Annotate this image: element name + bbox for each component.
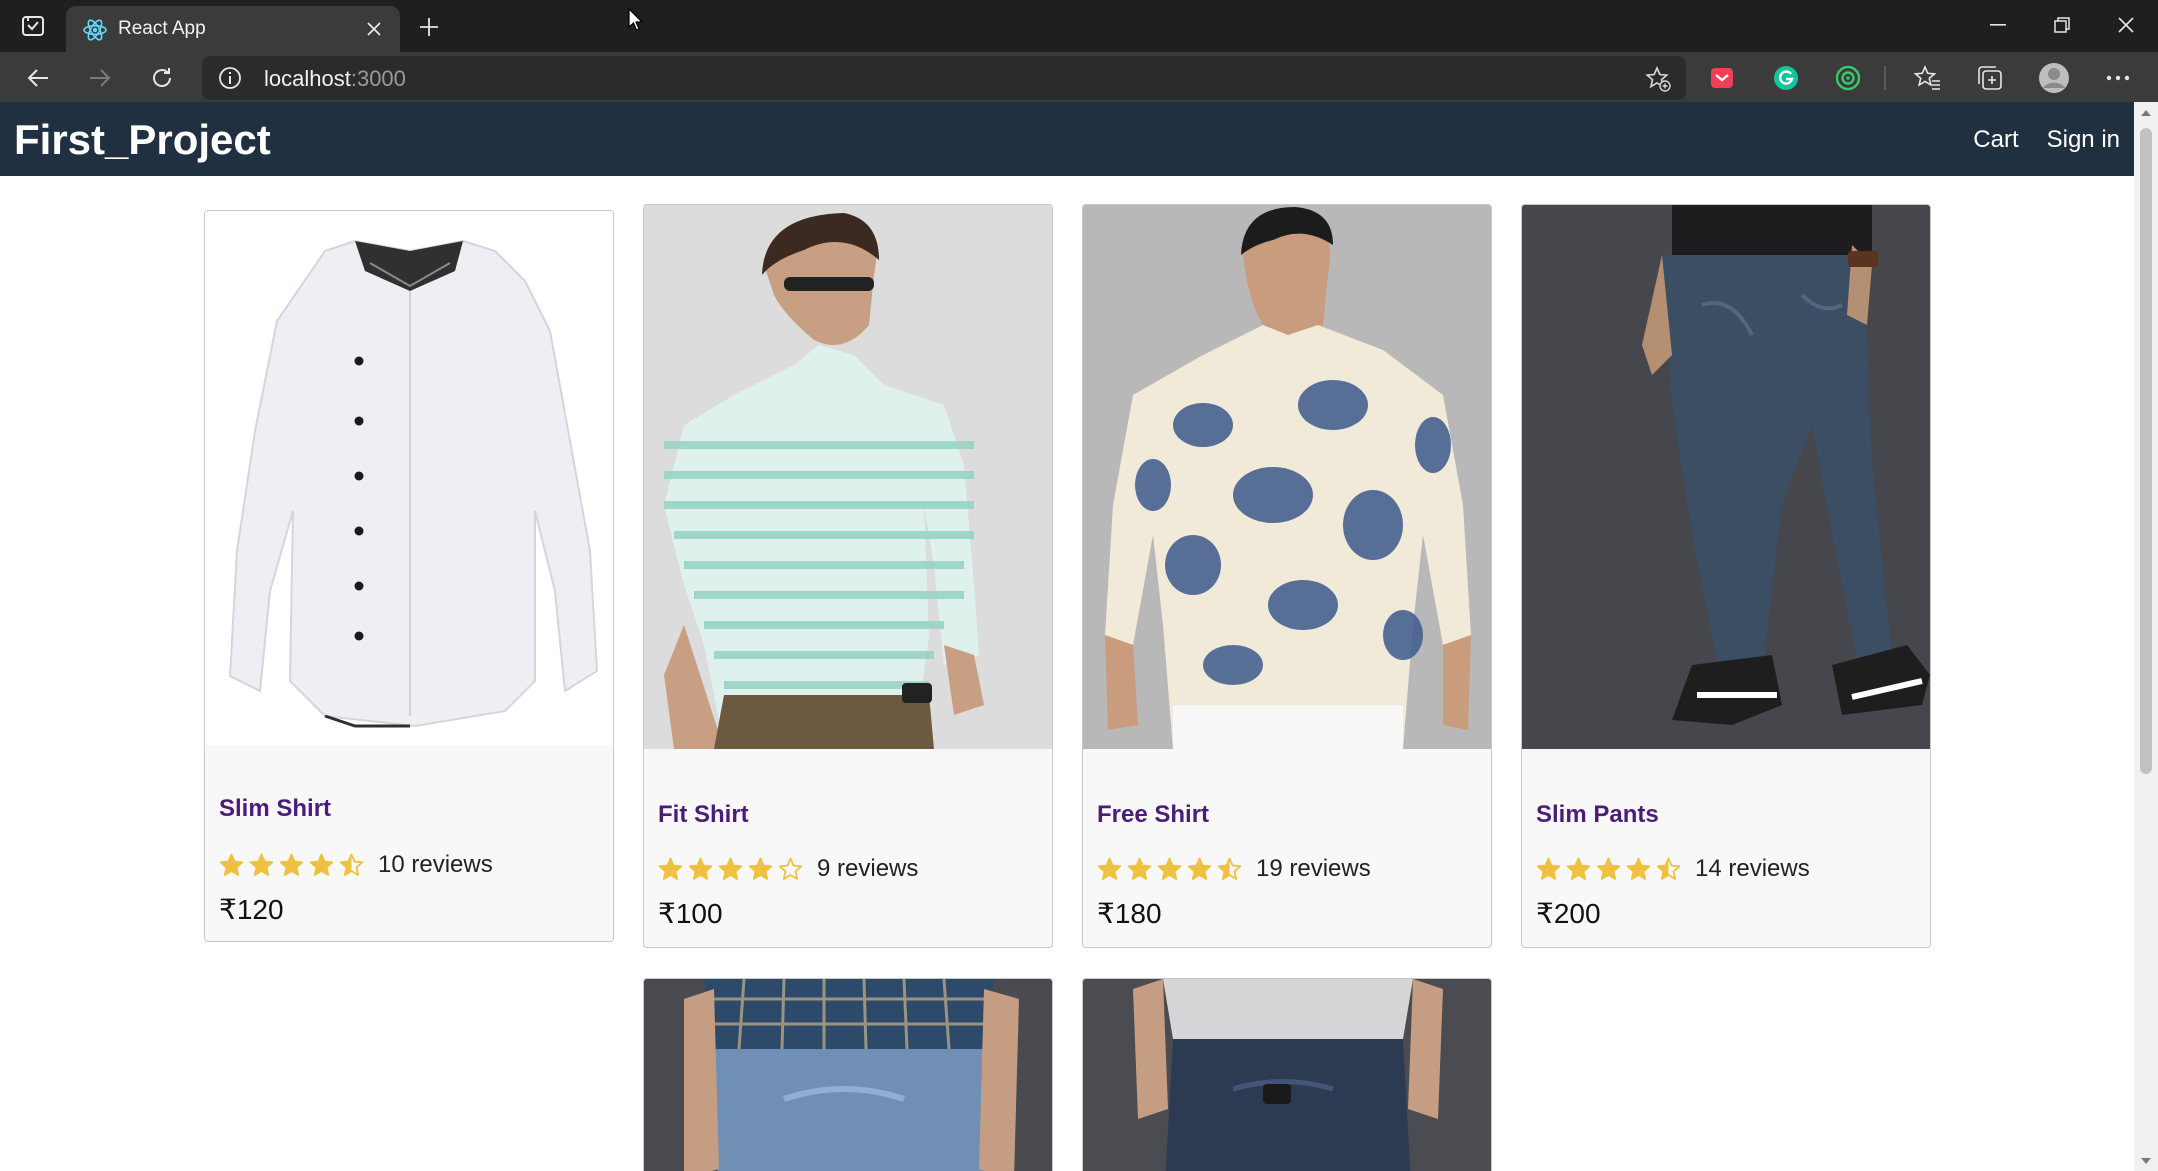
- favorites-icon[interactable]: [1911, 62, 1943, 94]
- product-price: ₹200: [1536, 898, 1601, 929]
- site-info-icon[interactable]: [218, 66, 242, 90]
- browser-tab-active[interactable]: React App: [66, 6, 400, 52]
- more-options-icon[interactable]: [2102, 62, 2134, 94]
- product-image[interactable]: [205, 211, 613, 745]
- target-extension-icon[interactable]: [1832, 62, 1864, 94]
- product-image[interactable]: [1083, 979, 1491, 1171]
- star-full-icon: [309, 853, 334, 876]
- product-card: Slim Shirt 10 reviews ₹120: [204, 210, 614, 942]
- star-half-icon: [339, 853, 364, 876]
- url-port: :3000: [350, 66, 406, 91]
- star-full-icon: [658, 857, 683, 880]
- brand-link[interactable]: First_Project: [14, 116, 271, 164]
- product-card: Slim Pants 14 reviews ₹200: [1521, 204, 1931, 948]
- product-image[interactable]: [644, 979, 1052, 1171]
- browser-toolbar: localhost:3000: [0, 52, 2158, 102]
- star-full-icon: [1596, 857, 1621, 880]
- restore-icon[interactable]: [2030, 0, 2094, 50]
- star-full-icon: [1127, 857, 1152, 880]
- tab-title: React App: [118, 18, 206, 39]
- product-image[interactable]: [644, 205, 1052, 749]
- url-host: localhost: [264, 66, 351, 91]
- star-full-icon: [1536, 857, 1561, 880]
- forward-arrow-icon[interactable]: [80, 58, 120, 98]
- address-bar[interactable]: localhost:3000: [202, 56, 1686, 100]
- product-name-link[interactable]: Slim Pants: [1536, 801, 1659, 829]
- star-full-icon: [1157, 857, 1182, 880]
- star-full-icon: [219, 853, 244, 876]
- product-card: [643, 978, 1053, 1171]
- header-nav: Cart Sign in: [1973, 126, 2120, 154]
- back-arrow-icon[interactable]: [18, 58, 58, 98]
- product-image[interactable]: [1522, 205, 1930, 749]
- product-rating: 9 reviews: [658, 855, 918, 883]
- scroll-up-arrow-icon[interactable]: [2139, 106, 2153, 120]
- react-logo-icon: [82, 17, 108, 43]
- tab-actions-icon[interactable]: [18, 12, 48, 40]
- star-full-icon: [1566, 857, 1591, 880]
- star-full-icon: [688, 857, 713, 880]
- product-rating: 14 reviews: [1536, 855, 1810, 883]
- star-full-icon: [1626, 857, 1651, 880]
- product-card: [1082, 978, 1492, 1171]
- product-rating: 10 reviews: [219, 851, 493, 879]
- review-count: 9 reviews: [817, 855, 919, 882]
- star-half-icon: [1656, 857, 1681, 880]
- page-viewport: First_Project Cart Sign in Slim Shirt 10…: [0, 102, 2134, 1171]
- review-count: 10 reviews: [378, 851, 493, 878]
- scroll-down-arrow-icon[interactable]: [2139, 1154, 2153, 1168]
- minimize-icon[interactable]: [1966, 0, 2030, 50]
- rating-stars: [1097, 857, 1242, 882]
- app-header: First_Project Cart Sign in: [0, 102, 2134, 176]
- rating-stars: [1536, 857, 1681, 882]
- product-price: ₹120: [219, 894, 284, 925]
- signin-link[interactable]: Sign in: [2047, 126, 2120, 154]
- add-favorite-icon[interactable]: [1644, 65, 1672, 93]
- review-count: 14 reviews: [1695, 855, 1810, 882]
- product-rating: 19 reviews: [1097, 855, 1371, 883]
- url-text: localhost:3000: [264, 66, 406, 92]
- page-scrollbar[interactable]: [2134, 102, 2158, 1171]
- toolbar-separator: [1884, 66, 1886, 90]
- scroll-thumb[interactable]: [2140, 128, 2152, 774]
- cart-link[interactable]: Cart: [1973, 126, 2018, 154]
- star-full-icon: [1187, 857, 1212, 880]
- product-name-link[interactable]: Slim Shirt: [219, 795, 331, 823]
- grammarly-extension-icon[interactable]: [1770, 62, 1802, 94]
- star-half-icon: [1217, 857, 1242, 880]
- star-full-icon: [1097, 857, 1122, 880]
- product-price: ₹180: [1097, 898, 1162, 929]
- new-tab-icon[interactable]: [412, 10, 446, 44]
- star-full-icon: [249, 853, 274, 876]
- product-price: ₹100: [658, 898, 723, 929]
- mouse-cursor-icon: [628, 8, 644, 32]
- rating-stars: [658, 857, 803, 882]
- product-image[interactable]: [1083, 205, 1491, 749]
- star-full-icon: [748, 857, 773, 880]
- star-empty-icon: [778, 857, 803, 880]
- star-full-icon: [718, 857, 743, 880]
- star-full-icon: [279, 853, 304, 876]
- product-name-link[interactable]: Fit Shirt: [658, 801, 749, 829]
- review-count: 19 reviews: [1256, 855, 1371, 882]
- pocket-extension-icon[interactable]: [1706, 62, 1738, 94]
- profile-avatar-icon[interactable]: [2038, 62, 2070, 94]
- product-name-link[interactable]: Free Shirt: [1097, 801, 1209, 829]
- product-card: Fit Shirt 9 reviews ₹100: [643, 204, 1053, 948]
- collections-icon[interactable]: [1974, 62, 2006, 94]
- browser-titlebar: React App: [0, 0, 2158, 52]
- rating-stars: [219, 853, 364, 878]
- close-window-icon[interactable]: [2094, 0, 2158, 50]
- close-tab-icon[interactable]: [360, 15, 388, 43]
- refresh-icon[interactable]: [142, 58, 182, 98]
- product-card: Free Shirt 19 reviews ₹180: [1082, 204, 1492, 948]
